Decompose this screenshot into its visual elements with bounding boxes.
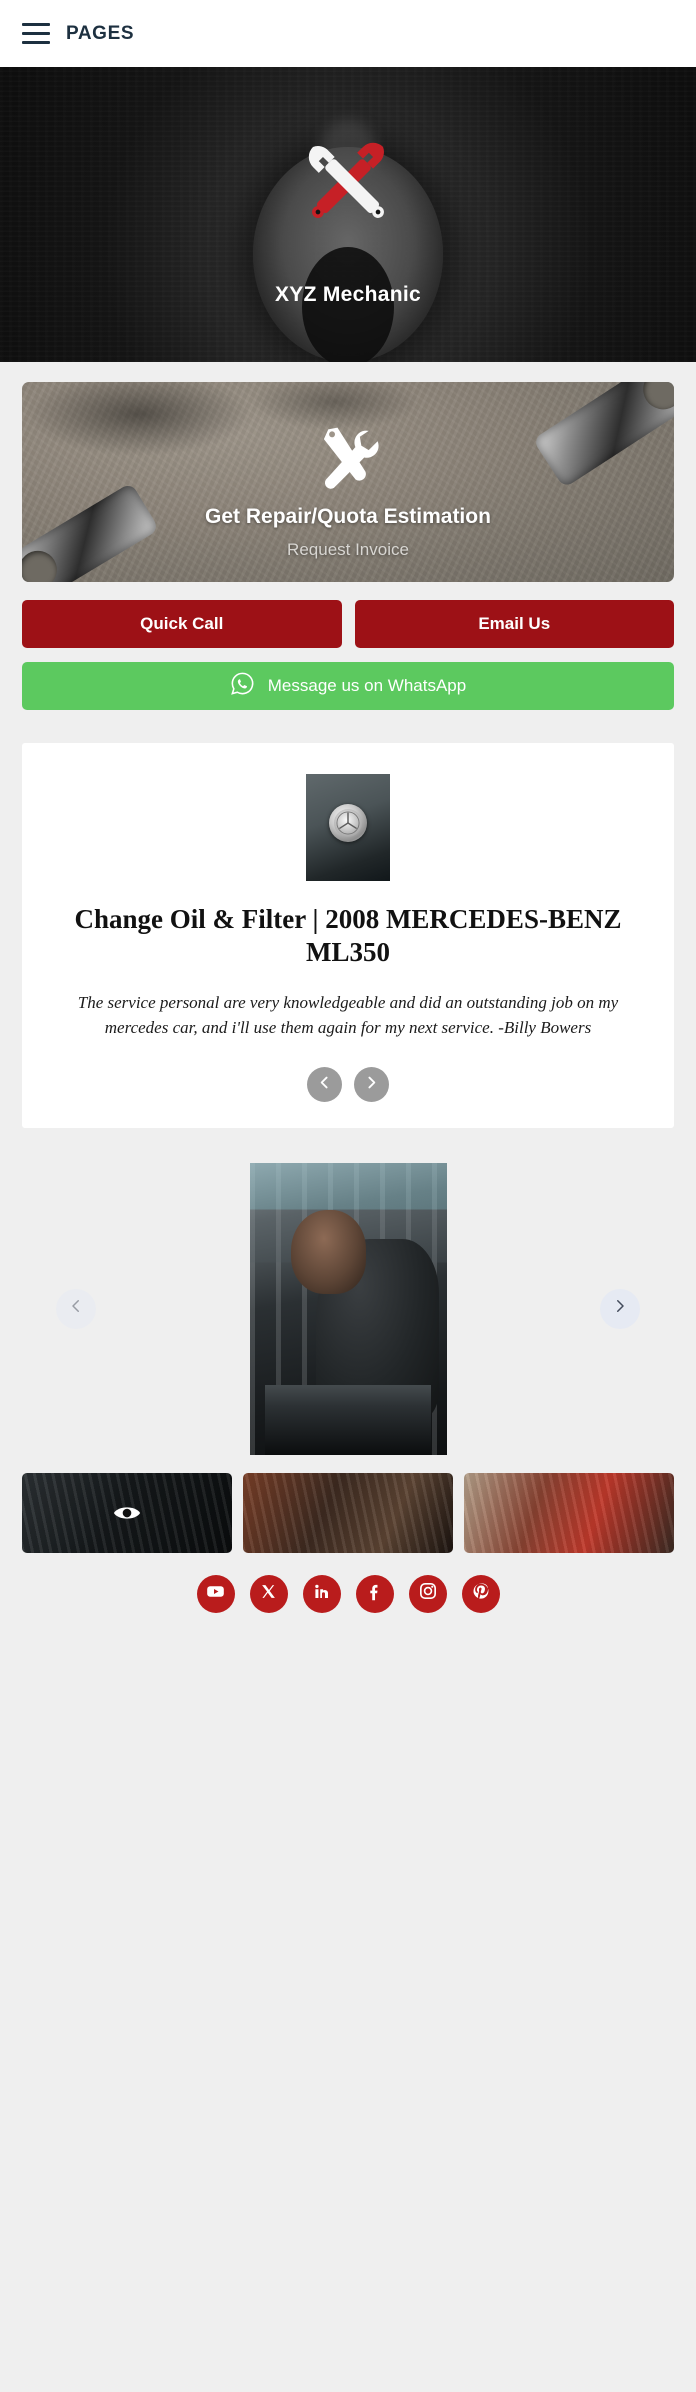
testimonial-quote: The service personal are very knowledgea… bbox=[77, 992, 619, 1038]
gallery-thumbnail-2[interactable] bbox=[243, 1472, 453, 1553]
social-link-pinterest[interactable] bbox=[461, 1574, 500, 1613]
hamburger-icon[interactable] bbox=[22, 23, 50, 44]
gallery-thumbnail-3[interactable] bbox=[464, 1472, 674, 1553]
social-link-linkedin[interactable] bbox=[302, 1574, 341, 1613]
engine-bay bbox=[265, 1384, 431, 1455]
gallery-prev-button[interactable] bbox=[56, 1288, 96, 1329]
repair-estimation-banner[interactable]: Get Repair/Quota Estimation Request Invo… bbox=[22, 382, 674, 582]
gallery-thumbnail-row bbox=[22, 1472, 674, 1553]
quick-call-button[interactable]: Quick Call bbox=[22, 600, 342, 648]
page-title: PAGES bbox=[66, 22, 135, 44]
contact-button-row: Quick Call Email Us bbox=[22, 600, 674, 648]
linkedin-icon bbox=[312, 1582, 331, 1606]
image-gallery bbox=[22, 1161, 674, 1457]
mercedes-emblem-photo bbox=[306, 774, 390, 881]
tools-screwdriver-wrench-icon bbox=[311, 422, 385, 496]
chevron-left-icon bbox=[67, 1297, 85, 1320]
gallery-thumbnail-1[interactable] bbox=[22, 1472, 232, 1553]
thumb-texture-2 bbox=[243, 1472, 453, 1553]
chevron-right-icon bbox=[363, 1074, 380, 1094]
social-links-row bbox=[22, 1574, 674, 1631]
social-link-x-twitter[interactable] bbox=[249, 1574, 288, 1613]
youtube-icon bbox=[205, 1581, 226, 1607]
gallery-next-button[interactable] bbox=[600, 1288, 640, 1329]
testimonial-nav bbox=[52, 1066, 644, 1102]
mechanic-head bbox=[290, 1209, 366, 1295]
testimonial-prev-button[interactable] bbox=[307, 1066, 342, 1102]
social-link-facebook[interactable] bbox=[355, 1574, 394, 1613]
x-twitter-icon bbox=[260, 1583, 277, 1605]
hero-title: XYZ Mechanic bbox=[275, 282, 421, 306]
whatsapp-button-label: Message us on WhatsApp bbox=[267, 676, 467, 695]
facebook-icon bbox=[364, 1581, 385, 1607]
estimation-subtitle: Request Invoice bbox=[287, 540, 409, 559]
whatsapp-icon bbox=[230, 671, 255, 701]
email-us-button[interactable]: Email Us bbox=[354, 600, 674, 648]
mobile-page: PAGES XYZ Mechanic Get Repair/Quota Esti… bbox=[0, 0, 696, 2392]
estimation-title: Get Repair/Quota Estimation bbox=[205, 505, 491, 528]
testimonial-card: Change Oil & Filter | 2008 MERCEDES-BENZ… bbox=[22, 743, 674, 1128]
thumb-texture-3 bbox=[464, 1472, 674, 1553]
chevron-right-icon bbox=[611, 1297, 629, 1320]
whatsapp-button[interactable]: Message us on WhatsApp bbox=[22, 662, 674, 710]
testimonial-next-button[interactable] bbox=[354, 1066, 389, 1102]
crossed-wrenches-icon bbox=[289, 123, 407, 241]
instagram-icon bbox=[418, 1581, 438, 1606]
gallery-main-image[interactable] bbox=[249, 1162, 447, 1455]
testimonial-title: Change Oil & Filter | 2008 MERCEDES-BENZ… bbox=[74, 904, 622, 968]
social-link-instagram[interactable] bbox=[408, 1574, 447, 1613]
top-header-bar: PAGES bbox=[0, 0, 696, 67]
mercedes-star-icon bbox=[329, 804, 367, 843]
social-link-youtube[interactable] bbox=[196, 1574, 235, 1613]
pinterest-icon bbox=[470, 1581, 491, 1607]
eye-icon bbox=[112, 1502, 142, 1524]
chevron-left-icon bbox=[316, 1074, 333, 1094]
hero-banner: XYZ Mechanic bbox=[0, 67, 696, 362]
